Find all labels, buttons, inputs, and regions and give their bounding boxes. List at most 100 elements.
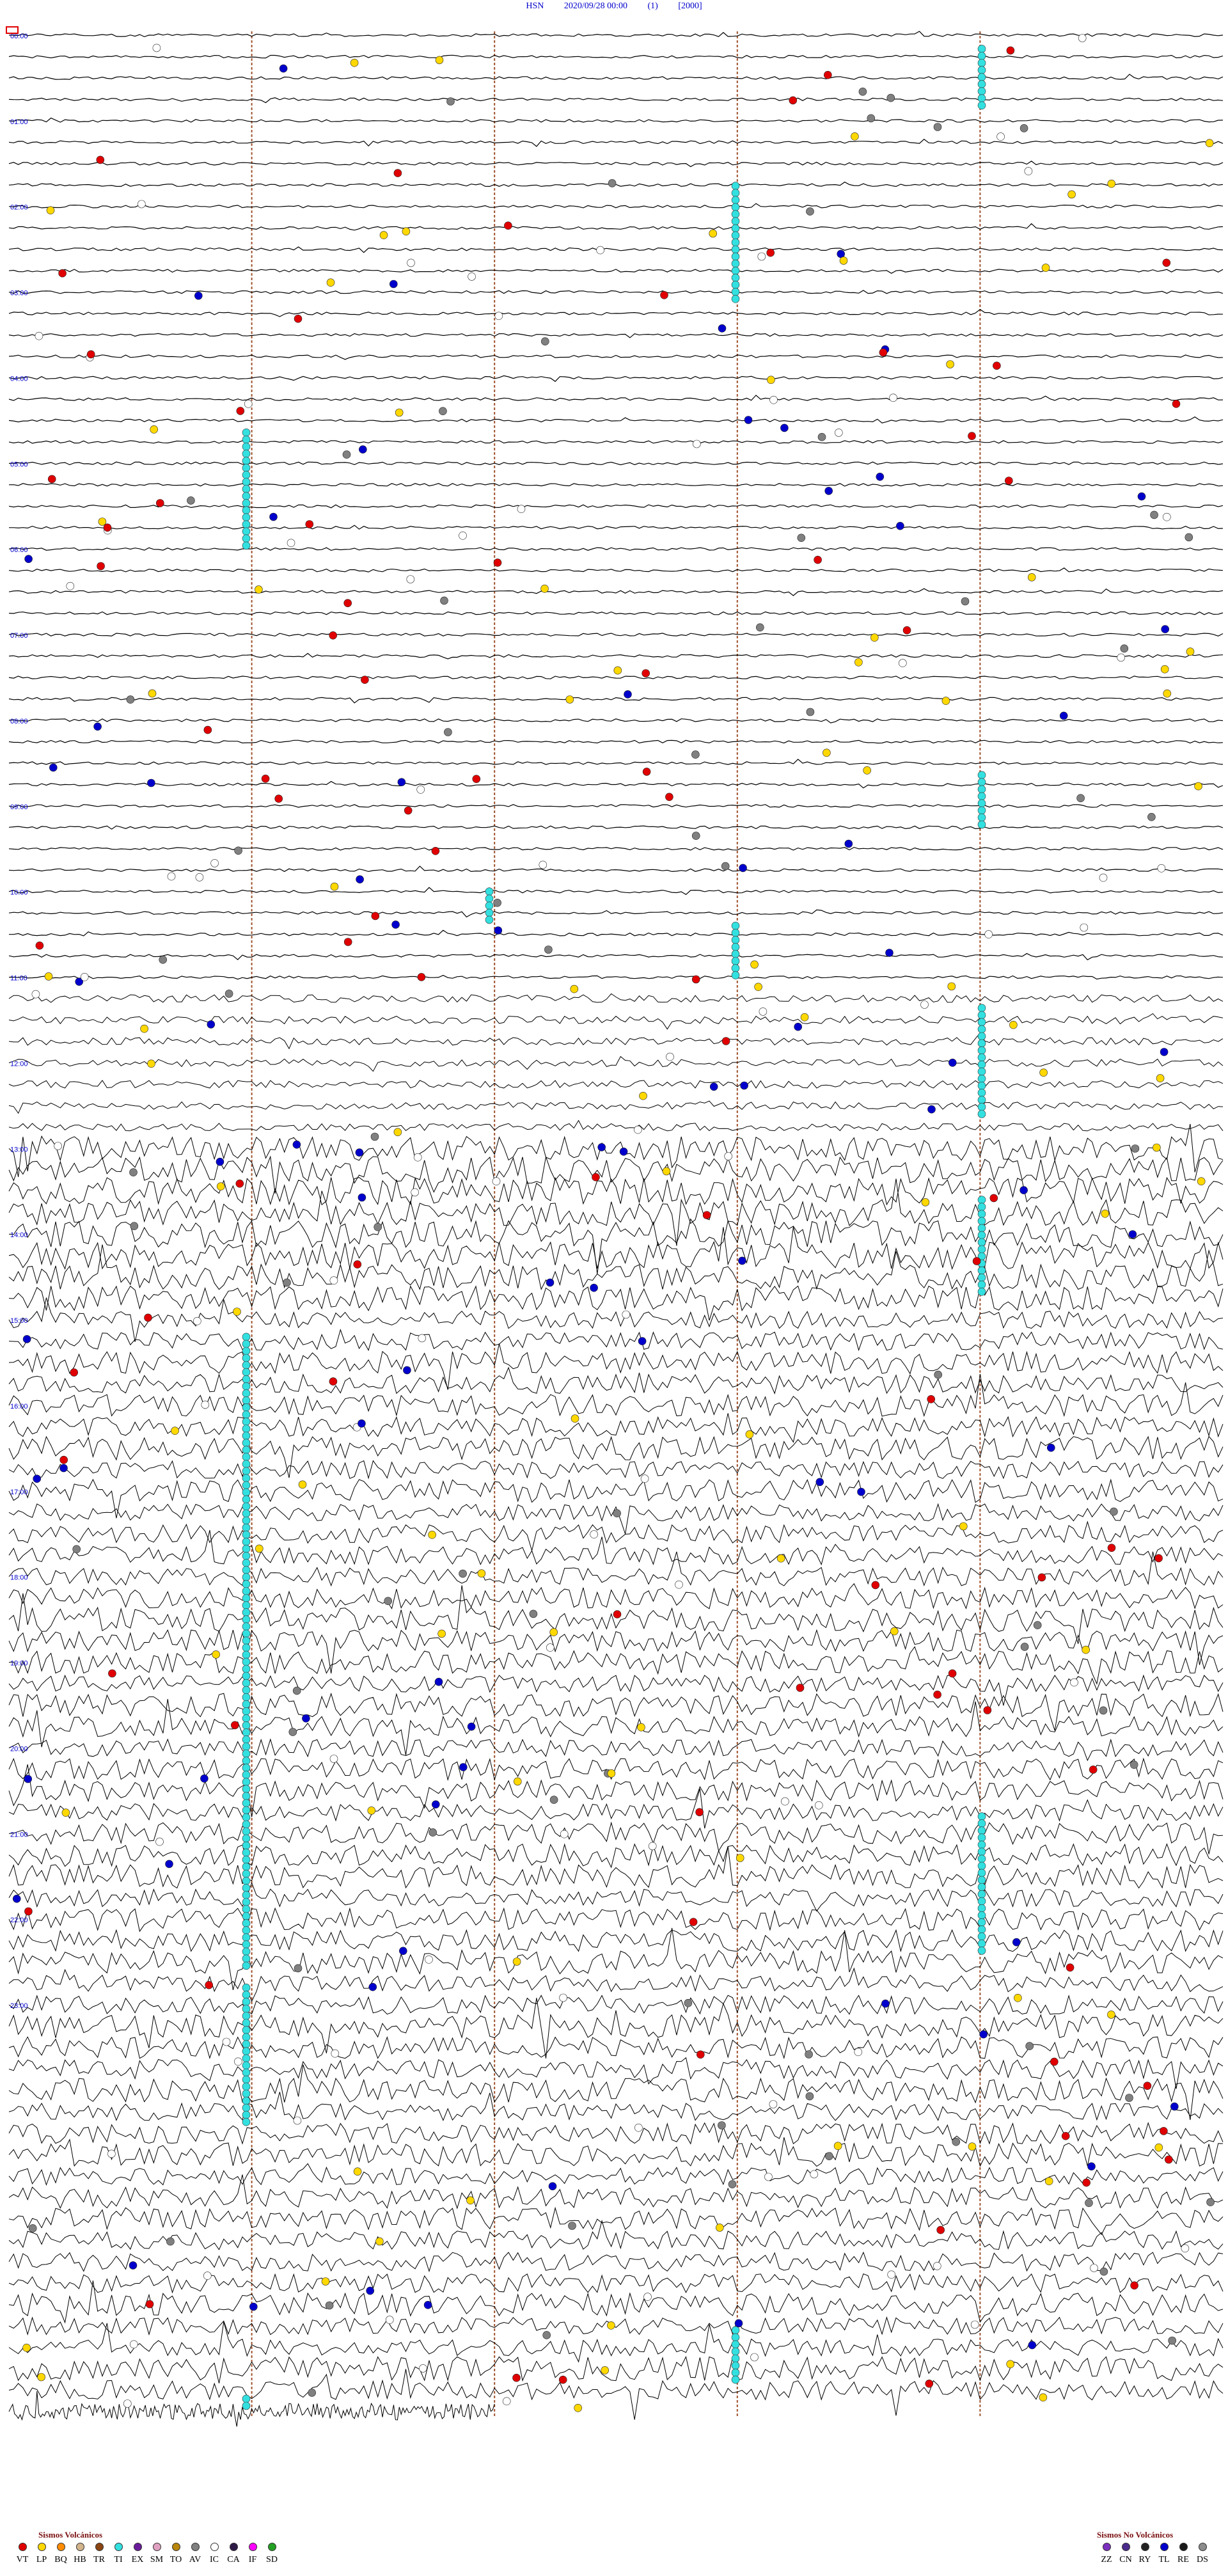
seismic-trace: [8, 2035, 1224, 2060]
event-marker-ti: [242, 1418, 251, 1426]
seismic-trace: [8, 1413, 1224, 1443]
legend-code-to: TO: [169, 2555, 182, 2564]
event-marker-ti: [242, 2082, 251, 2091]
event-marker-ti: [242, 1750, 251, 1758]
event-marker-ti: [731, 2333, 740, 2342]
event-marker-vt: [766, 248, 775, 257]
seismic-trace: [8, 1013, 1224, 1030]
event-marker-av: [166, 2237, 175, 2246]
event-marker-ti: [977, 1273, 986, 1282]
event-marker-tl: [467, 1722, 476, 1731]
seismic-trace: [8, 1629, 1224, 1674]
event-marker-av: [459, 1569, 467, 1578]
legend-item-sd: SD: [262, 2543, 281, 2565]
event-marker-ti: [242, 1664, 251, 1673]
event-marker-tl: [927, 1105, 936, 1114]
event-marker-vt: [1082, 2178, 1090, 2187]
event-marker-ti: [485, 894, 494, 903]
legend-code-ca: CA: [227, 2555, 240, 2564]
event-marker-ti: [731, 266, 740, 275]
event-marker-lp: [601, 2366, 610, 2375]
event-marker-ti: [242, 2005, 251, 2013]
legend-dot-tl: [1160, 2543, 1169, 2551]
event-marker-ti: [977, 799, 986, 808]
event-marker-ti: [242, 1347, 251, 1355]
event-marker-ic: [622, 1310, 631, 1319]
seismic-trace: [8, 203, 1224, 209]
event-marker-av: [370, 1132, 379, 1141]
legend-item-ti: TI: [109, 2543, 128, 2565]
event-marker-tl: [423, 2301, 432, 2309]
event-marker-tl: [24, 1774, 33, 1783]
event-marker-ic: [418, 1334, 427, 1343]
event-marker-av: [1110, 1507, 1118, 1516]
seismic-trace: [8, 440, 1224, 444]
event-marker-ti: [242, 442, 251, 451]
event-marker-vt: [558, 2375, 567, 2384]
event-marker-ti: [242, 1891, 251, 1899]
event-marker-ti: [977, 1046, 986, 1055]
event-marker-av: [384, 1597, 393, 1606]
event-marker-vt: [343, 599, 352, 608]
event-marker-lp: [428, 1531, 436, 1539]
event-marker-ti: [731, 217, 740, 226]
event-marker-tl: [249, 2302, 258, 2311]
event-marker-tl: [355, 1148, 364, 1157]
event-marker-ti: [731, 189, 740, 198]
event-marker-vt: [145, 2300, 154, 2309]
event-marker-tl: [949, 1059, 957, 1067]
event-marker-ti: [242, 1587, 251, 1595]
hour-label: 22:00: [10, 1916, 28, 1924]
event-marker-lp: [754, 983, 762, 992]
event-marker-lp: [1107, 2011, 1115, 2019]
legend-item-re: RE: [1174, 2543, 1193, 2565]
seismic-trace: [8, 887, 1224, 896]
event-marker-ti: [977, 1280, 986, 1289]
event-marker-ti: [242, 2047, 251, 2055]
event-marker-av: [1150, 510, 1158, 519]
event-marker-ti: [977, 1876, 986, 1885]
event-marker-ic: [155, 1837, 164, 1846]
event-marker-ti: [242, 1580, 251, 1588]
event-marker-lp: [46, 206, 55, 215]
event-marker-ti: [242, 1912, 251, 1920]
event-marker-tl: [59, 1464, 68, 1473]
event-marker-ti: [242, 2089, 251, 2098]
event-marker-ti: [977, 1018, 986, 1027]
hour-label: 21:00: [10, 1831, 28, 1838]
event-marker-ti: [242, 2054, 251, 2063]
event-marker-ti: [977, 1897, 986, 1906]
legend-dot-sm: [152, 2543, 161, 2551]
event-marker-ti: [242, 1474, 251, 1483]
hour-label: 20:00: [10, 1746, 28, 1753]
event-marker-vt: [642, 768, 651, 776]
event-marker-ti: [242, 1403, 251, 1412]
event-marker-ti: [242, 1502, 251, 1511]
event-marker-ic: [933, 2262, 941, 2270]
event-marker-vt: [236, 407, 245, 415]
event-marker-ti: [242, 1728, 251, 1737]
event-marker-ti: [731, 957, 740, 965]
event-marker-lp: [435, 56, 444, 65]
seismic-trace: [8, 1176, 1224, 1206]
event-marker-ic: [293, 2116, 302, 2125]
event-marker-tl: [718, 324, 727, 333]
seismic-trace: [8, 1738, 1224, 1762]
event-marker-ti: [242, 1919, 251, 1927]
event-marker-ti: [242, 2019, 251, 2027]
seismic-trace: [8, 1155, 1224, 1194]
event-marker-vt: [472, 775, 481, 783]
event-marker-vt: [103, 523, 112, 532]
event-marker-av: [684, 1999, 693, 2007]
event-marker-vt: [592, 1173, 600, 1181]
event-marker-vt: [665, 793, 673, 802]
event-marker-lp: [549, 1628, 558, 1636]
seismic-trace: [8, 1674, 1224, 1706]
event-marker-ic: [517, 505, 526, 514]
event-marker-av: [886, 93, 895, 102]
legend-non-volcanic-title: Sismos No Volcánicos: [1097, 2530, 1174, 2540]
event-marker-ti: [242, 2026, 251, 2034]
seismic-trace: [8, 1789, 1224, 1829]
event-marker-lp: [870, 633, 879, 642]
event-marker-lp: [1041, 264, 1050, 272]
